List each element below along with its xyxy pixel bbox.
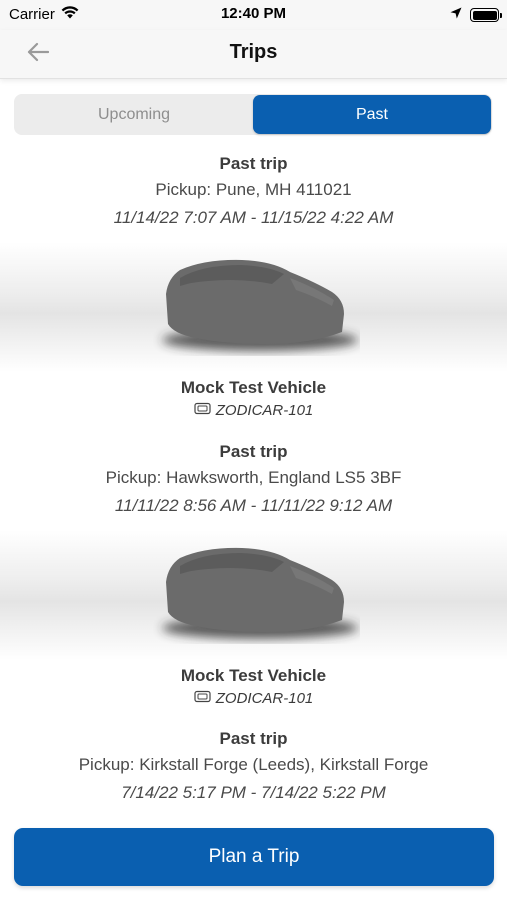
status-time: 12:40 PM — [220, 5, 287, 22]
status-right — [450, 6, 502, 24]
license-plate-icon — [194, 690, 211, 707]
plate-number: ZODICAR-101 — [215, 690, 314, 707]
trip-heading: Past trip — [219, 442, 288, 461]
vehicle-image — [0, 242, 507, 372]
car-silhouette-icon — [150, 248, 360, 356]
vehicle-plate: ZODICAR-101 — [0, 690, 507, 707]
trip-pickup: Pickup: Kirkstall Forge (Leeds), Kirksta… — [78, 755, 429, 774]
plan-trip-button[interactable]: Plan a Trip — [14, 828, 494, 886]
tab-past[interactable]: Past — [253, 95, 491, 134]
plate-number: ZODICAR-101 — [215, 402, 314, 419]
trip-heading: Past trip — [219, 729, 288, 748]
vehicle-name: Mock Test Vehicle — [180, 666, 327, 685]
location-arrow-icon — [450, 6, 462, 24]
car-silhouette-icon — [150, 536, 360, 644]
trip-pickup: Pickup: Hawksworth, England LS5 3BF — [105, 468, 402, 487]
page-title: Trips — [229, 41, 278, 63]
trip-card[interactable]: Past trip Pickup: Pune, MH 411021 11/14/… — [0, 152, 507, 232]
trip-heading: Past trip — [219, 154, 288, 173]
trip-dates: 11/11/22 8:56 AM - 11/11/22 9:12 AM — [114, 496, 393, 515]
trip-dates: 7/14/22 5:17 PM - 7/14/22 5:22 PM — [121, 783, 386, 802]
trip-card[interactable]: Past trip Pickup: Kirkstall Forge (Leeds… — [0, 727, 507, 807]
trip-dates: 11/14/22 7:07 AM - 11/15/22 4:22 AM — [113, 208, 394, 227]
tab-upcoming[interactable]: Upcoming — [15, 95, 253, 134]
vehicle-plate: ZODICAR-101 — [0, 402, 507, 419]
battery-icon — [470, 8, 502, 22]
vehicle-name: Mock Test Vehicle — [180, 378, 327, 397]
status-bar: Carrier 12:40 PM — [0, 0, 507, 30]
trip-pickup: Pickup: Pune, MH 411021 — [155, 180, 352, 199]
license-plate-icon — [194, 402, 211, 419]
navigation-bar: Trips — [0, 30, 507, 79]
vehicle-image — [0, 530, 507, 660]
trips-segmented-control: Upcoming Past — [14, 94, 492, 135]
trip-card[interactable]: Past trip Pickup: Hawksworth, England LS… — [0, 440, 507, 520]
